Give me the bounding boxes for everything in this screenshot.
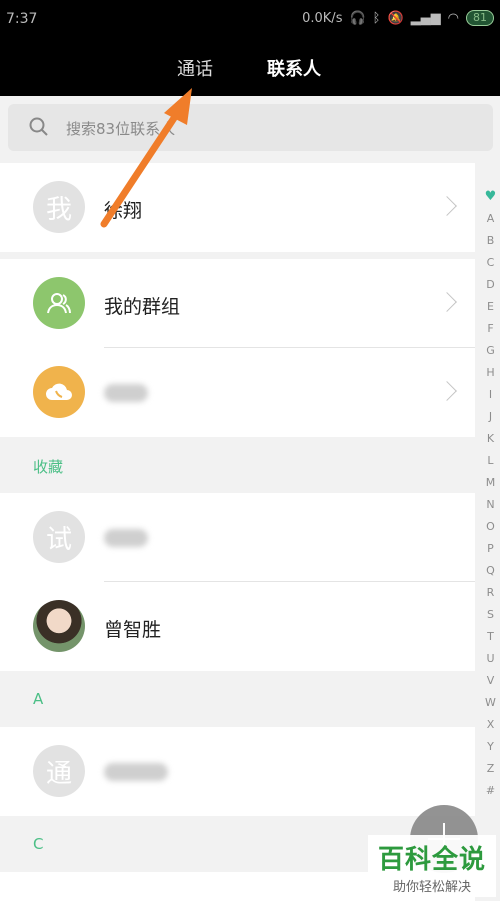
status-time: 7:37	[6, 11, 38, 27]
search-input[interactable]: 搜索83位联系人	[66, 118, 175, 139]
divider	[0, 252, 475, 259]
index-letter[interactable]: #	[481, 780, 500, 802]
index-letter[interactable]: G	[481, 340, 500, 362]
contact-name: 我的群组	[104, 296, 181, 318]
index-letter[interactable]: A	[481, 208, 500, 230]
favorites-heart-icon[interactable]: ♥	[481, 186, 500, 208]
network-speed: 0.0K/s	[302, 10, 343, 26]
headphone-icon: 🎧	[349, 10, 366, 26]
index-letter[interactable]: D	[481, 274, 500, 296]
signal-icon: ▂▄▆	[410, 10, 441, 26]
search-bar[interactable]: 搜索83位联系人	[8, 104, 493, 151]
chevron-right-icon	[437, 196, 457, 216]
index-letter[interactable]: Z	[481, 758, 500, 780]
contact-name: 徐翔	[104, 200, 143, 222]
index-letter[interactable]: R	[481, 582, 500, 604]
blurred-name	[104, 384, 148, 402]
index-letter[interactable]: X	[481, 714, 500, 736]
section-header-favorites: 收藏	[0, 437, 475, 493]
tab-contacts[interactable]: 联系人	[267, 55, 321, 81]
index-letter[interactable]: B	[481, 230, 500, 252]
search-icon	[29, 117, 48, 136]
index-letter[interactable]: H	[481, 362, 500, 384]
avatar: 我	[33, 181, 85, 233]
index-letter[interactable]: U	[481, 648, 500, 670]
status-icons: 0.0K/s 🎧 ᛒ 🔕 ▂▄▆ ◠ 81	[302, 10, 494, 26]
index-letter[interactable]: K	[481, 428, 500, 450]
index-letter[interactable]: C	[481, 252, 500, 274]
list-item[interactable]: 试	[0, 493, 475, 582]
avatar-photo	[33, 600, 85, 652]
status-bar: 7:37 0.0K/s 🎧 ᛒ 🔕 ▂▄▆ ◠ 81	[0, 0, 500, 40]
index-letter[interactable]: I	[481, 384, 500, 406]
index-letter[interactable]: W	[481, 692, 500, 714]
group-icon	[33, 277, 85, 329]
mute-icon: 🔕	[387, 10, 404, 26]
avatar: 通	[33, 745, 85, 797]
avatar: 试	[33, 511, 85, 563]
index-letter[interactable]: J	[481, 406, 500, 428]
index-letter[interactable]: E	[481, 296, 500, 318]
chevron-right-icon	[437, 381, 457, 401]
my-groups-row[interactable]: 我的群组	[0, 259, 475, 348]
blurred-name	[104, 529, 148, 547]
wifi-icon: ◠	[447, 10, 459, 26]
battery-icon: 81	[466, 10, 494, 26]
list-item[interactable]: 曾智胜	[0, 582, 475, 671]
tab-calls[interactable]: 通话	[177, 55, 213, 81]
index-letter[interactable]: Q	[481, 560, 500, 582]
index-letter[interactable]: P	[481, 538, 500, 560]
index-letter[interactable]: T	[481, 626, 500, 648]
index-letter[interactable]: L	[481, 450, 500, 472]
index-letter[interactable]: M	[481, 472, 500, 494]
chevron-right-icon	[437, 292, 457, 312]
alphabet-index[interactable]: ♥ A B C D E F G H I J K L M N O P Q R S T U V W X Y Z #	[481, 186, 500, 802]
cloud-phone-icon	[33, 366, 85, 418]
index-letter[interactable]: O	[481, 516, 500, 538]
contact-list: 我 徐翔 我的群组 收藏 试 曾智胜 A 通 C	[0, 163, 475, 901]
tab-bar: 通话 联系人	[0, 40, 500, 96]
index-letter[interactable]: F	[481, 318, 500, 340]
my-card-row[interactable]: 我 徐翔	[0, 163, 475, 252]
index-letter[interactable]: N	[481, 494, 500, 516]
watermark: 百科全说 助你轻松解决	[368, 835, 496, 897]
index-letter[interactable]: V	[481, 670, 500, 692]
index-letter[interactable]: Y	[481, 736, 500, 758]
cloud-row[interactable]	[0, 348, 475, 437]
section-header-a: A	[0, 671, 475, 727]
index-letter[interactable]: S	[481, 604, 500, 626]
list-item[interactable]: 通	[0, 727, 475, 816]
watermark-subtitle: 助你轻松解决	[392, 880, 471, 895]
blurred-name	[104, 763, 168, 781]
watermark-title: 百科全说	[377, 845, 486, 875]
contact-name: 曾智胜	[104, 619, 162, 641]
bluetooth-icon: ᛒ	[372, 10, 381, 26]
